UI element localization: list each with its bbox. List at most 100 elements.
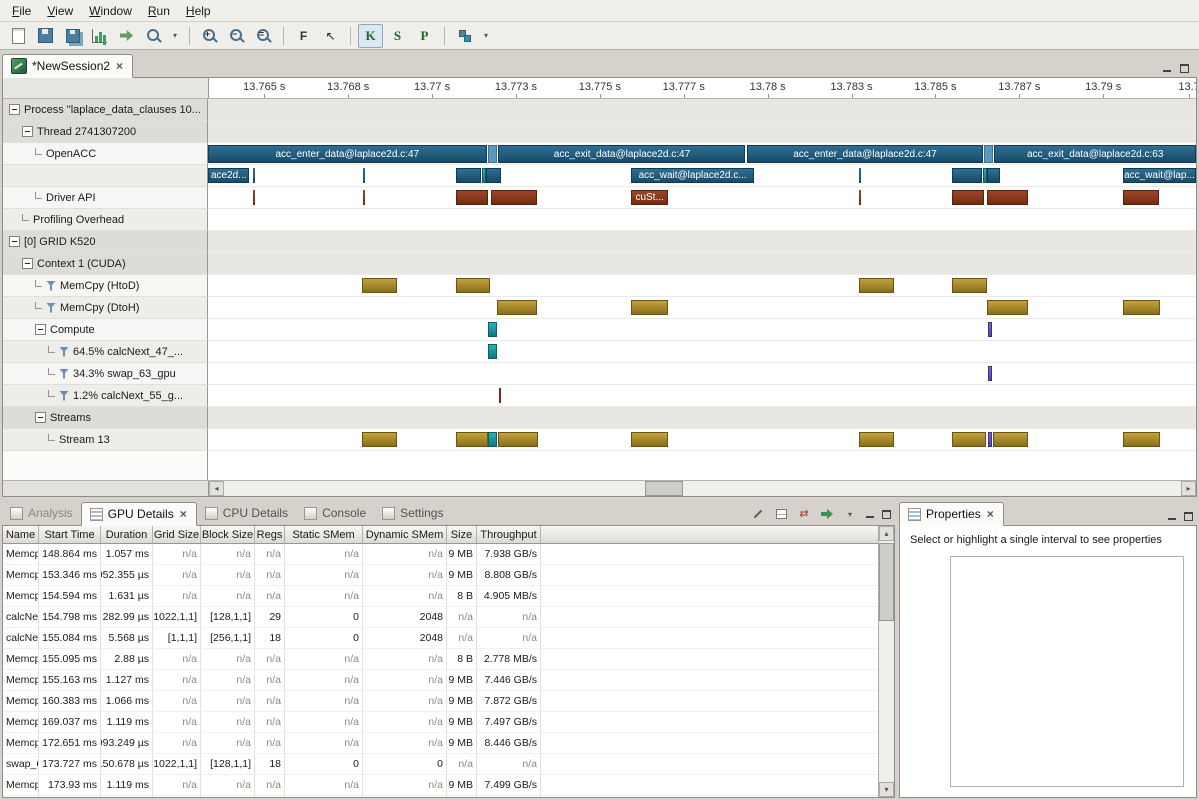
pointer-mode-button[interactable]: ↖ bbox=[318, 24, 343, 48]
minimize-icon[interactable] bbox=[1167, 512, 1177, 521]
timeline-track[interactable] bbox=[208, 121, 1196, 143]
timeline-interval[interactable] bbox=[456, 168, 481, 183]
timeline-track[interactable] bbox=[208, 275, 1196, 297]
minimize-icon[interactable] bbox=[1162, 64, 1172, 73]
timeline-interval[interactable] bbox=[488, 432, 498, 447]
table-row[interactable]: Memcpy154.594 ms1.631 µsn/an/an/an/an/a8… bbox=[3, 586, 878, 607]
tab-settings[interactable]: Settings bbox=[374, 501, 451, 525]
menu-file[interactable]: File bbox=[4, 2, 39, 20]
timeline-interval[interactable]: acc_wait@laplace2d.c... bbox=[631, 168, 755, 183]
timeline-interval[interactable] bbox=[362, 432, 397, 447]
timeline-row-label[interactable]: OpenACC bbox=[3, 143, 208, 165]
maximize-icon[interactable] bbox=[1180, 64, 1189, 73]
timeline-row-label[interactable]: [0] GRID K520 bbox=[3, 231, 208, 253]
time-ruler[interactable]: 13.765 s13.768 s13.77 s13.773 s13.775 s1… bbox=[209, 78, 1196, 98]
filter-icon[interactable] bbox=[46, 281, 56, 291]
timeline-interval[interactable] bbox=[1123, 432, 1161, 447]
timeline-track[interactable]: ace2d...acc_wait@laplace2d.c...acc_wait@… bbox=[208, 165, 1196, 187]
timeline-track[interactable] bbox=[208, 209, 1196, 231]
timeline-track[interactable] bbox=[208, 297, 1196, 319]
timeline-interval[interactable] bbox=[363, 168, 364, 183]
timeline-interval[interactable] bbox=[362, 278, 397, 293]
table-row[interactable]: Memcpy160.383 ms1.066 msn/an/an/an/an/a9… bbox=[3, 691, 878, 712]
timeline-interval[interactable] bbox=[499, 388, 501, 403]
filter-icon[interactable] bbox=[59, 391, 69, 401]
close-icon[interactable]: × bbox=[179, 509, 188, 519]
timeline-interval[interactable]: ace2d... bbox=[208, 168, 249, 183]
table-row[interactable]: Memcpy148.864 ms1.057 msn/an/an/an/an/a9… bbox=[3, 544, 878, 565]
table-row[interactable]: Memcpy179.163 ms1.073 msn/an/an/an/an/a9… bbox=[3, 796, 878, 797]
export-csv-button[interactable] bbox=[819, 507, 835, 521]
stream-timeline-toggle[interactable]: S bbox=[385, 24, 410, 48]
timeline-row-label[interactable]: Context 1 (CUDA) bbox=[3, 253, 208, 275]
scroll-left-button[interactable]: ◂ bbox=[209, 481, 224, 496]
timeline-track[interactable] bbox=[208, 319, 1196, 341]
timeline-row-label[interactable]: 64.5% calcNext_47_... bbox=[3, 341, 208, 363]
export-profile-button[interactable] bbox=[114, 24, 139, 48]
timeline-interval[interactable] bbox=[952, 432, 986, 447]
timeline-interval[interactable] bbox=[952, 168, 982, 183]
vscroll-thumb[interactable] bbox=[879, 543, 894, 621]
expander-icon[interactable] bbox=[9, 104, 20, 115]
timeline-interval[interactable] bbox=[987, 300, 1028, 315]
filter-icon[interactable] bbox=[59, 347, 69, 357]
timeline-interval[interactable] bbox=[363, 190, 364, 205]
tab-cpu-details[interactable]: CPU Details bbox=[197, 501, 296, 525]
scroll-up-button[interactable]: ▴ bbox=[879, 526, 894, 541]
sync-selection-button[interactable]: ⇄ bbox=[796, 507, 812, 521]
expander-icon[interactable] bbox=[22, 258, 33, 269]
timeline-row-label[interactable]: 1.2% calcNext_55_g... bbox=[3, 385, 208, 407]
timeline-interval[interactable] bbox=[253, 190, 254, 205]
menu-window[interactable]: Window bbox=[81, 2, 140, 20]
timeline-interval[interactable] bbox=[488, 145, 498, 163]
timeline-track[interactable]: cuSt... bbox=[208, 187, 1196, 209]
timeline-track[interactable] bbox=[208, 99, 1196, 121]
profile-application-button[interactable] bbox=[87, 24, 112, 48]
kernel-timeline-toggle[interactable]: K bbox=[358, 24, 383, 48]
timeline-interval[interactable] bbox=[988, 432, 993, 447]
process-timeline-toggle[interactable]: P bbox=[412, 24, 437, 48]
run-analysis-menu-button[interactable]: ▾ bbox=[479, 24, 493, 48]
menu-help[interactable]: Help bbox=[178, 2, 219, 20]
zoom-fit-button[interactable]: = bbox=[251, 24, 276, 48]
expander-icon[interactable] bbox=[35, 324, 46, 335]
timeline-track[interactable] bbox=[208, 363, 1196, 385]
timeline-interval[interactable] bbox=[952, 190, 984, 205]
timeline-track[interactable]: acc_enter_data@laplace2d.c:47 acc_exit_da… bbox=[208, 143, 1196, 165]
timeline-interval[interactable] bbox=[952, 278, 987, 293]
column-header-throughput[interactable]: Throughput bbox=[477, 526, 541, 544]
timeline-interval[interactable] bbox=[488, 344, 498, 359]
goto-marker-button[interactable]: F bbox=[291, 24, 316, 48]
table-row[interactable]: calcNext_55_gpu155.084 ms5.568 µs[1,1,1]… bbox=[3, 628, 878, 649]
timeline-row-label[interactable]: Thread 2741307200 bbox=[3, 121, 208, 143]
timeline-row-label[interactable]: Streams bbox=[3, 407, 208, 429]
expander-icon[interactable] bbox=[35, 412, 46, 423]
layout-button[interactable] bbox=[773, 507, 789, 521]
timeline-row-label[interactable]: MemCpy (DtoH) bbox=[3, 297, 208, 319]
hscroll-track[interactable] bbox=[224, 481, 1181, 496]
timeline-track[interactable] bbox=[208, 385, 1196, 407]
column-header-block-size[interactable]: Block Size bbox=[201, 526, 255, 544]
timeline-interval[interactable] bbox=[988, 322, 993, 337]
table-row[interactable]: Memcpy155.095 ms2.88 µsn/an/an/an/an/a8 … bbox=[3, 649, 878, 670]
table-row[interactable]: calcNext_47_gpu154.798 ms282.99 µs[1022,… bbox=[3, 607, 878, 628]
timeline-interval[interactable] bbox=[1123, 300, 1161, 315]
timeline-interval[interactable] bbox=[859, 168, 860, 183]
timeline-interval[interactable] bbox=[498, 432, 538, 447]
timeline-interval[interactable]: acc_enter_data@laplace2d.c:47 bbox=[208, 145, 487, 163]
hscroll-thumb[interactable] bbox=[645, 481, 683, 496]
maximize-icon[interactable] bbox=[1184, 512, 1193, 521]
tab-gpu-details[interactable]: GPU Details× bbox=[81, 502, 197, 526]
table-row[interactable]: swap_63_gpu173.727 ms150.678 µs[1022,1,1… bbox=[3, 754, 878, 775]
timeline-track[interactable] bbox=[208, 253, 1196, 275]
zoom-in-button[interactable]: + bbox=[197, 24, 222, 48]
timeline-interval[interactable]: acc_exit_data@laplace2d.c:63 bbox=[994, 145, 1196, 163]
column-header-regs[interactable]: Regs bbox=[255, 526, 285, 544]
column-header-static-smem[interactable]: Static SMem bbox=[285, 526, 363, 544]
edit-filter-button[interactable] bbox=[750, 507, 766, 521]
timeline-track[interactable] bbox=[208, 231, 1196, 253]
timeline-interval[interactable] bbox=[859, 432, 894, 447]
filter-icon[interactable] bbox=[59, 369, 69, 379]
timeline-row-label[interactable]: MemCpy (HtoD) bbox=[3, 275, 208, 297]
column-header-grid-size[interactable]: Grid Size bbox=[153, 526, 201, 544]
